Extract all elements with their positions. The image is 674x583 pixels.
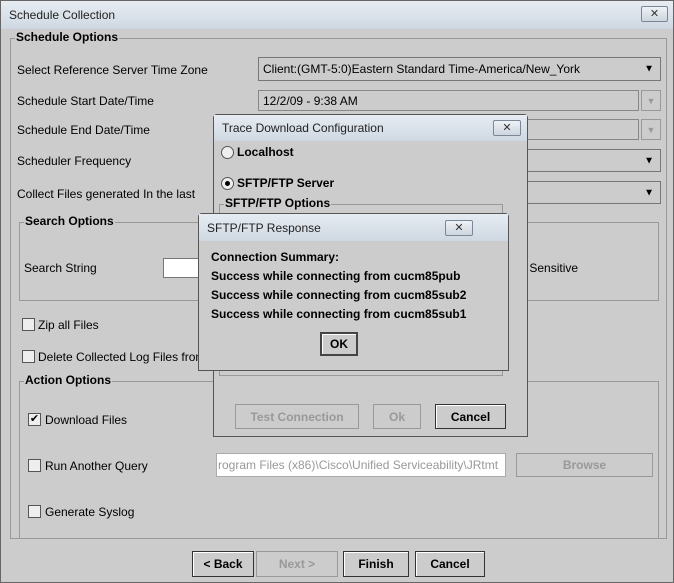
chevron-down-icon: ▼ bbox=[646, 95, 656, 106]
zip-files-checkbox[interactable] bbox=[22, 318, 35, 331]
chevron-down-icon: ▼ bbox=[646, 124, 656, 135]
start-date-label: Schedule Start Date/Time bbox=[17, 94, 154, 108]
sftp-server-label: SFTP/FTP Server bbox=[237, 176, 335, 190]
close-button[interactable]: ✕ bbox=[641, 6, 668, 22]
response-ok-button[interactable]: OK bbox=[320, 332, 358, 356]
localhost-radio[interactable] bbox=[221, 146, 234, 159]
run-query-checkbox[interactable] bbox=[28, 459, 41, 472]
time-zone-value: Client:(GMT-5:0)Eastern Standard Time-Am… bbox=[263, 62, 581, 76]
run-query-path: rogram Files (x86)\Cisco\Unified Service… bbox=[218, 458, 499, 472]
delete-logs-checkbox[interactable] bbox=[22, 350, 35, 363]
chevron-down-icon: ▼ bbox=[644, 63, 654, 75]
window-title: Schedule Collection bbox=[9, 8, 116, 22]
end-date-label: Schedule End Date/Time bbox=[17, 123, 150, 137]
browse-button[interactable]: Browse bbox=[516, 453, 653, 477]
run-query-label: Run Another Query bbox=[45, 459, 148, 473]
trace-ok-button[interactable]: Ok bbox=[373, 404, 421, 429]
trace-cancel-button[interactable]: Cancel bbox=[435, 404, 506, 429]
run-query-path-input[interactable]: rogram Files (x86)\Cisco\Unified Service… bbox=[216, 453, 506, 477]
start-date-dropdown[interactable]: ▼ bbox=[641, 90, 661, 111]
connection-summary-heading: Connection Summary: bbox=[211, 250, 340, 264]
search-options-title: Search Options bbox=[24, 214, 115, 228]
connection-result-line: Success while connecting from cucm85sub2 bbox=[211, 288, 467, 302]
sftp-options-title: SFTP/FTP Options bbox=[224, 196, 332, 210]
chevron-down-icon: ▼ bbox=[644, 187, 654, 198]
title-bar: Schedule Collection bbox=[1, 1, 673, 29]
finish-button[interactable]: Finish bbox=[343, 551, 409, 577]
response-title: SFTP/FTP Response bbox=[207, 220, 321, 235]
search-string-label: Search String bbox=[24, 261, 97, 275]
time-zone-label: Select Reference Server Time Zone bbox=[17, 63, 208, 77]
back-button[interactable]: < Back bbox=[192, 551, 254, 577]
connection-result-line: Success while connecting from cucm85sub1 bbox=[211, 307, 467, 321]
sftp-response-dialog: SFTP/FTP Response ✕ Connection Summary: … bbox=[198, 213, 509, 371]
schedule-options-title: Schedule Options bbox=[15, 30, 120, 44]
start-date-field[interactable]: 12/2/09 - 9:38 AM bbox=[258, 90, 639, 111]
trace-dialog-close-button[interactable]: ✕ bbox=[493, 120, 521, 136]
time-zone-select[interactable]: Client:(GMT-5:0)Eastern Standard Time-Am… bbox=[258, 57, 661, 81]
generate-syslog-label: Generate Syslog bbox=[45, 505, 135, 519]
trace-dialog-title-bar: Trace Download Configuration bbox=[214, 115, 527, 141]
trace-dialog-title: Trace Download Configuration bbox=[222, 121, 384, 135]
chevron-down-icon: ▼ bbox=[644, 155, 654, 166]
cancel-button[interactable]: Cancel bbox=[415, 551, 485, 577]
zip-files-label: Zip all Files bbox=[38, 318, 99, 332]
collect-files-label: Collect Files generated In the last bbox=[17, 187, 196, 201]
test-connection-button[interactable]: Test Connection bbox=[235, 404, 359, 429]
action-options-title: Action Options bbox=[24, 373, 112, 387]
end-date-dropdown[interactable]: ▼ bbox=[641, 119, 661, 140]
download-files-checkbox[interactable]: ✔ bbox=[28, 413, 41, 426]
connection-result-line: Success while connecting from cucm85pub bbox=[211, 269, 461, 283]
start-date-value: 12/2/09 - 9:38 AM bbox=[263, 93, 358, 108]
download-files-label: Download Files bbox=[45, 413, 128, 427]
frequency-label: Scheduler Frequency bbox=[17, 154, 132, 168]
generate-syslog-checkbox[interactable] bbox=[28, 505, 41, 518]
sftp-server-radio[interactable] bbox=[221, 177, 234, 190]
response-close-button[interactable]: ✕ bbox=[445, 220, 473, 236]
localhost-label: Localhost bbox=[237, 145, 294, 159]
next-button[interactable]: Next > bbox=[256, 551, 338, 577]
